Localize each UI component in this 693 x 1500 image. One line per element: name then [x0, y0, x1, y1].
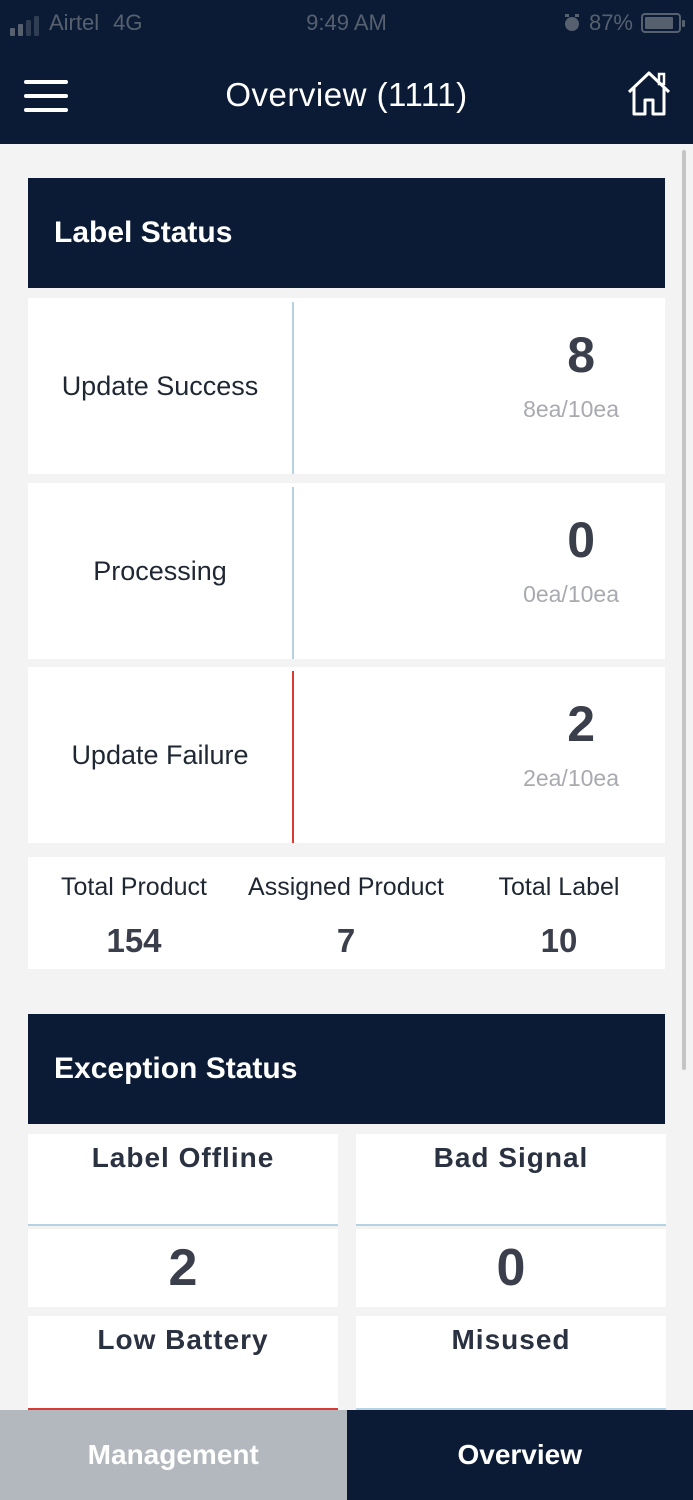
alarm-icon — [564, 14, 579, 31]
status-row-label: Update Success — [61, 370, 259, 401]
exception-card[interactable]: Bad Signal — [356, 1134, 666, 1226]
status-row[interactable]: Update Success 8 8ea/10ea — [28, 298, 665, 474]
totals-label: Assigned Product — [248, 873, 444, 901]
status-row-divider — [292, 487, 294, 659]
status-row-ratio: 2ea/10ea — [523, 765, 619, 791]
exception-card[interactable]: Misused — [356, 1316, 666, 1410]
tab-overview[interactable]: Overview — [346, 1410, 693, 1500]
totals-item: Assigned Product 7 — [240, 857, 452, 960]
scrollbar-thumb[interactable] — [682, 150, 686, 1070]
home-icon[interactable] — [625, 68, 673, 118]
app-header: Overview (1111) — [0, 48, 693, 144]
tab-management[interactable]: Management — [0, 1410, 347, 1500]
exception-status-header: Exception Status — [28, 1014, 665, 1124]
status-row-value: 2 — [567, 696, 595, 752]
exception-card-value: 0 — [356, 1229, 666, 1307]
status-row-divider — [292, 671, 294, 843]
totals-item: Total Label 10 — [453, 857, 665, 960]
status-row[interactable]: Processing 0 0ea/10ea — [28, 483, 665, 659]
exception-card-line — [28, 1224, 338, 1226]
status-row-ratio: 0ea/10ea — [523, 581, 619, 607]
exception-card-label: Misused — [451, 1324, 571, 1355]
exception-card-label: Bad Signal — [433, 1142, 589, 1173]
page-title: Overview (1111) — [225, 76, 468, 113]
totals-value: 10 — [540, 922, 578, 959]
battery-percent: 87% — [588, 10, 633, 35]
status-row[interactable]: Update Failure 2 2ea/10ea — [28, 667, 665, 843]
exception-card-label: Label Offline — [91, 1142, 275, 1173]
totals-label: Total Product — [61, 873, 207, 901]
status-row-divider — [292, 302, 294, 474]
totals-item: Total Product 154 — [28, 857, 240, 960]
totals-label: Total Label — [498, 873, 620, 901]
status-row-value: 8 — [567, 327, 595, 383]
totals-value: 7 — [336, 922, 356, 959]
label-status-header: Label Status — [28, 178, 665, 288]
exception-card[interactable]: Label Offline — [28, 1134, 338, 1226]
battery-icon — [641, 13, 685, 33]
exception-card[interactable]: Low Battery — [28, 1316, 338, 1410]
totals-panel: Total Product 154 Assigned Product 7 Total L… — [28, 857, 665, 969]
battery-fill — [645, 17, 673, 29]
exception-card-value: 2 — [28, 1229, 338, 1307]
overview-content[interactable]: Label Status Update Success 8 8ea/10ea Proc… — [0, 144, 693, 1410]
status-row-label: Processing — [93, 555, 227, 586]
exception-card-line — [356, 1224, 666, 1226]
status-row-ratio: 8ea/10ea — [523, 396, 619, 422]
status-bar: Airtel 4G 9:49 AM 87% — [0, 0, 693, 48]
bottom-nav: Management Overview — [0, 1410, 693, 1500]
totals-value: 154 — [106, 922, 162, 959]
status-row-value: 0 — [567, 512, 595, 568]
exception-card-label: Low Battery — [97, 1324, 269, 1355]
status-row-label: Update Failure — [71, 739, 249, 770]
status-right: 87% — [563, 10, 685, 36]
